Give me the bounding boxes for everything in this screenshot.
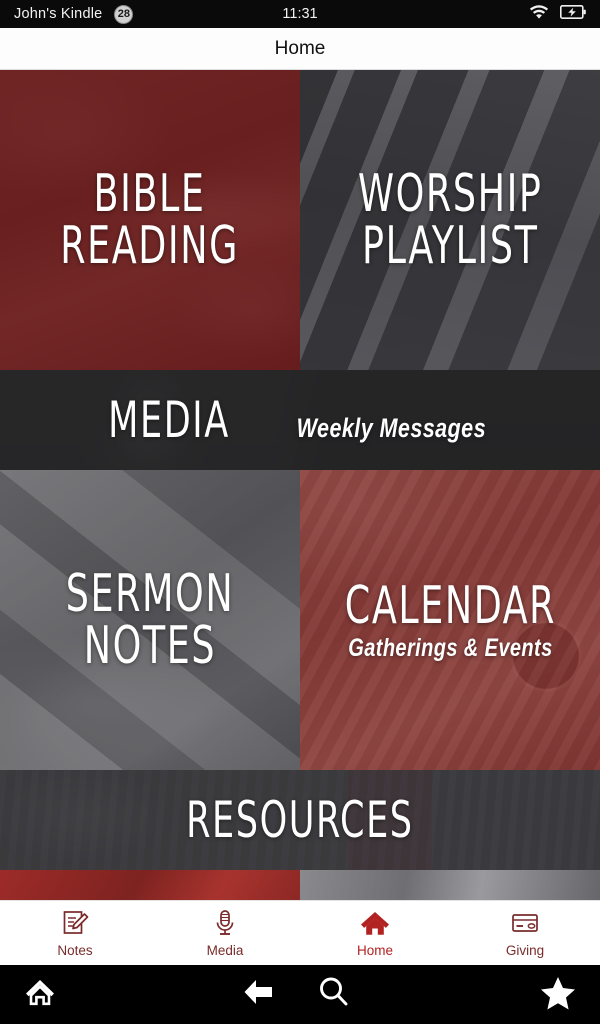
- tile-title: RESOURCES: [186, 791, 414, 849]
- tile-title: CALENDAR: [344, 575, 556, 636]
- page-title: Home: [274, 37, 326, 59]
- home-tile-grid: BIBLE READING WORSHIP PLAYLIST MEDIA Wee…: [0, 70, 600, 900]
- tile-sermon-notes[interactable]: SERMON NOTES: [0, 470, 300, 770]
- tile-worship-playlist[interactable]: WORSHIP PLAYLIST: [300, 70, 600, 370]
- tile-row-5-partial: [0, 870, 600, 900]
- nav-home-button[interactable]: [18, 972, 62, 1017]
- star-icon: [538, 973, 578, 1016]
- tile-next-red-partial[interactable]: [0, 870, 300, 900]
- bottom-tab-bar: Notes Media Home Giving: [0, 900, 600, 965]
- tile-resources[interactable]: RESOURCES: [0, 770, 600, 870]
- tab-media[interactable]: Media: [150, 901, 300, 965]
- nav-favorites-button[interactable]: [538, 973, 578, 1016]
- tile-media[interactable]: MEDIA Weekly Messages: [0, 370, 600, 470]
- tile-calendar[interactable]: CALENDAR Gatherings & Events: [300, 470, 600, 770]
- system-navigation-bar: [0, 965, 600, 1024]
- tab-label: Media: [206, 943, 244, 958]
- next-red-tint: [0, 870, 300, 900]
- tab-label: Giving: [505, 943, 545, 958]
- notes-pencil-icon: [60, 908, 90, 938]
- nav-search-button[interactable]: [315, 974, 353, 1015]
- battery-charging-icon: [560, 5, 586, 23]
- tile-title-line1: BIBLE: [93, 164, 206, 224]
- tab-giving[interactable]: Giving: [450, 901, 600, 965]
- media-label: MEDIA Weekly Messages: [91, 395, 510, 445]
- home-icon: [359, 908, 391, 938]
- tile-row-2: MEDIA Weekly Messages: [0, 370, 600, 470]
- tile-title-line2: PLAYLIST: [361, 216, 539, 276]
- app-root: John's Kindle 28 11:31 Home BIBLE READIN…: [0, 0, 600, 1024]
- nav-back-button[interactable]: [243, 975, 283, 1014]
- tile-next-gray-partial[interactable]: [300, 870, 600, 900]
- tile-row-3: SERMON NOTES CALENDAR Gatherings & Event…: [0, 470, 600, 770]
- calendar-label: CALENDAR Gatherings & Events: [315, 580, 586, 661]
- tile-row-1: BIBLE READING WORSHIP PLAYLIST: [0, 70, 600, 370]
- tab-notes[interactable]: Notes: [0, 901, 150, 965]
- tab-home[interactable]: Home: [300, 901, 450, 965]
- worship-playlist-label: WORSHIP PLAYLIST: [332, 168, 568, 272]
- tile-title-line1: SERMON: [65, 564, 235, 624]
- tile-subtitle: Weekly Messages: [296, 413, 486, 443]
- tile-title: MEDIA: [107, 391, 230, 449]
- tab-label: Home: [356, 943, 393, 958]
- next-gray-tint: [300, 870, 600, 900]
- wifi-icon: [529, 4, 549, 24]
- status-bar: John's Kindle 28 11:31: [0, 0, 600, 28]
- status-bar-left: John's Kindle 28: [14, 4, 134, 24]
- resources-label: RESOURCES: [154, 795, 446, 845]
- microphone-icon: [210, 908, 240, 938]
- tile-row-4: RESOURCES: [0, 770, 600, 870]
- tile-title-line2: READING: [60, 216, 240, 276]
- back-arrow-icon: [243, 975, 283, 1014]
- notification-badge[interactable]: 28: [114, 4, 134, 24]
- status-bar-right: [529, 4, 586, 24]
- device-name: John's Kindle: [14, 6, 103, 22]
- tile-title-line2: NOTES: [83, 616, 217, 676]
- tile-bible-reading[interactable]: BIBLE READING: [0, 70, 300, 370]
- tab-label: Notes: [57, 943, 93, 958]
- bible-reading-label: BIBLE READING: [35, 168, 264, 272]
- sermon-notes-label: SERMON NOTES: [42, 568, 258, 672]
- credit-card-icon: [509, 908, 541, 938]
- tile-title-line1: WORSHIP: [357, 164, 543, 224]
- tile-subtitle: Gatherings & Events: [347, 633, 553, 662]
- page-header: Home: [0, 28, 600, 70]
- search-icon: [315, 974, 353, 1015]
- home-outline-icon: [18, 972, 62, 1017]
